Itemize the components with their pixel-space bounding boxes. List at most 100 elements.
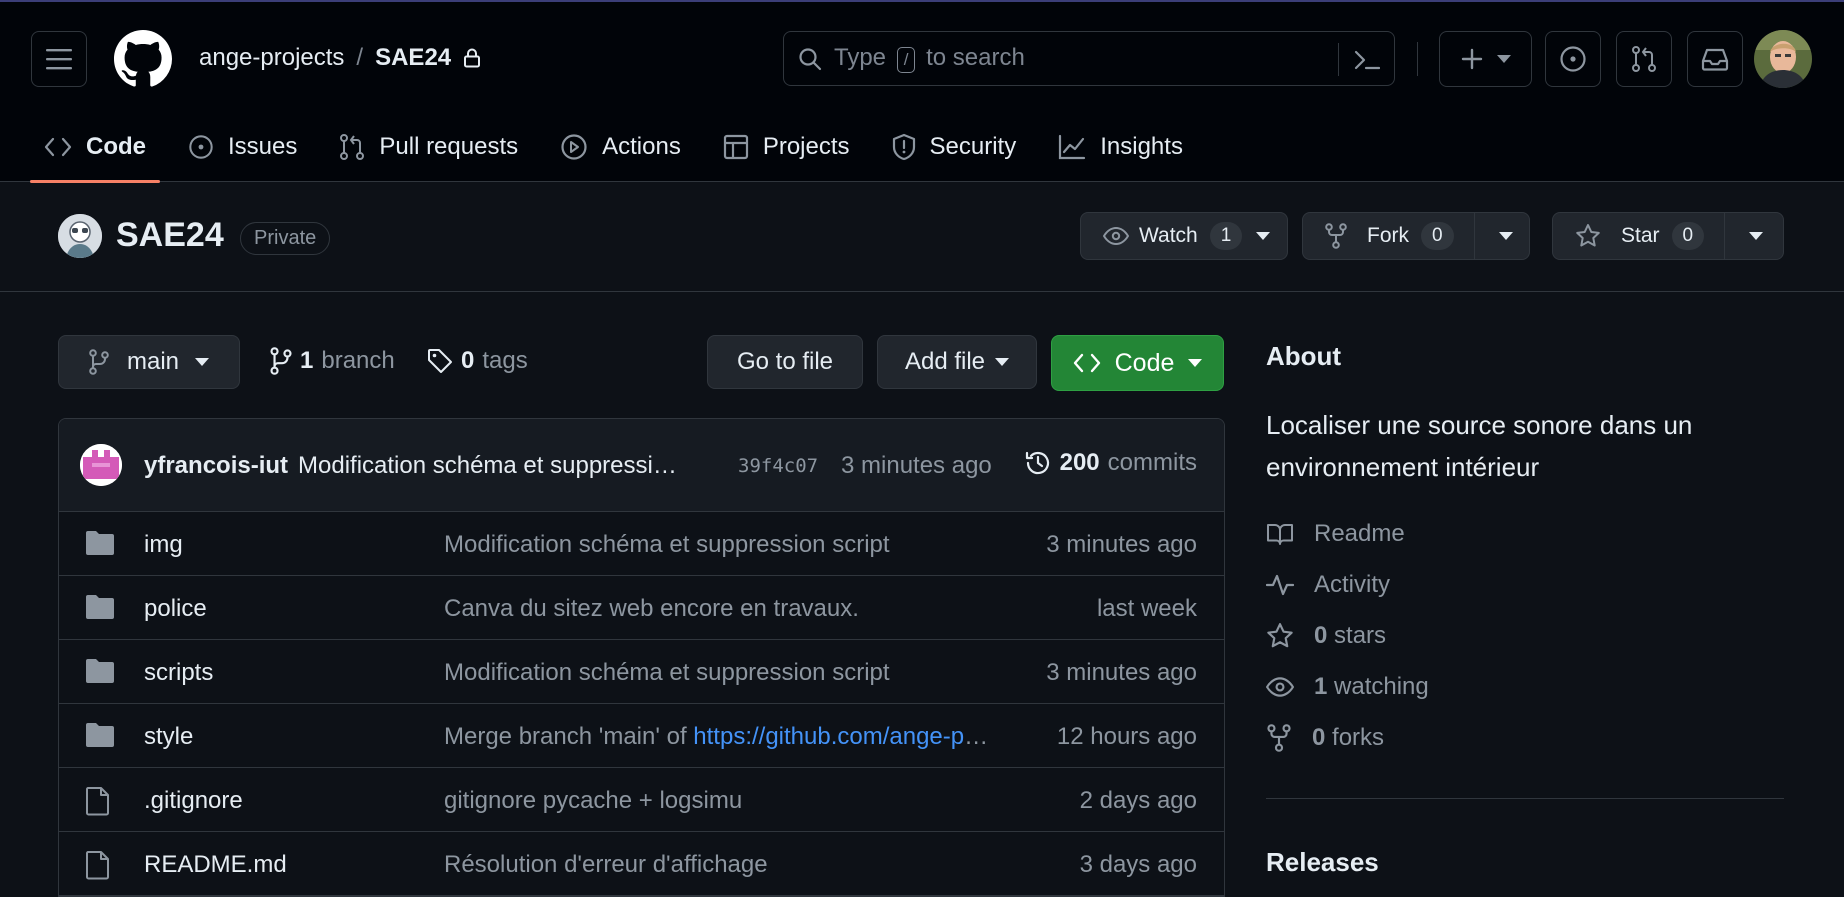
file-commit-time: 3 minutes ago — [1046, 659, 1197, 686]
stars-link[interactable]: 0 stars — [1266, 622, 1386, 650]
user-avatar[interactable] — [1754, 30, 1812, 88]
owner-link[interactable]: ange-projects — [199, 44, 344, 72]
watch-count: 1 — [1209, 222, 1243, 250]
inbox-button[interactable] — [1687, 31, 1743, 87]
file-commit-message[interactable]: Modification schéma et suppression scrip… — [444, 659, 989, 687]
tag-count: 0 — [461, 347, 475, 374]
file-row[interactable]: police Canva du sitez web encore en trav… — [59, 576, 1224, 640]
search-icon — [799, 47, 822, 70]
owner-avatar[interactable] — [58, 214, 102, 258]
commit-author-avatar[interactable] — [80, 444, 122, 486]
commit-sha[interactable]: 39f4c07 — [738, 455, 818, 477]
fork-split-divider — [1473, 213, 1475, 259]
avatar-icon — [1754, 30, 1812, 88]
search-input[interactable]: Type / to search — [783, 31, 1395, 86]
file-row[interactable]: img Modification schéma et suppression s… — [59, 512, 1224, 576]
readme-link[interactable]: Readme — [1266, 520, 1405, 548]
tab-code[interactable]: Code — [30, 112, 160, 183]
file-row[interactable]: style Merge branch 'main' of https://git… — [59, 704, 1224, 768]
branches-link[interactable]: 1 branch — [270, 347, 395, 375]
tab-security[interactable]: Security — [878, 112, 1031, 182]
code-icon — [44, 137, 72, 157]
tab-label: Actions — [602, 133, 681, 160]
go-to-file-button[interactable]: Go to file — [707, 335, 863, 389]
tab-issues[interactable]: Issues — [174, 112, 311, 182]
github-icon — [114, 30, 172, 87]
tags-link[interactable]: 0 tags — [427, 347, 528, 375]
forks-count: 0 — [1312, 724, 1326, 751]
watching-word: watching — [1334, 673, 1429, 700]
folder-icon — [86, 531, 114, 555]
file-commit-message[interactable]: gitignore pycache + logsimu — [444, 787, 989, 815]
stars-word: stars — [1334, 622, 1387, 649]
folder-icon — [86, 659, 114, 683]
file-icon — [86, 787, 109, 816]
visibility-badge: Private — [240, 222, 331, 255]
command-palette-button[interactable] — [1338, 43, 1394, 76]
commit-message[interactable]: Modification schéma et suppression scrip… — [298, 452, 688, 480]
commits-link[interactable]: 200 commits — [1024, 449, 1197, 477]
file-commit-message[interactable]: Canva du sitez web encore en travaux. — [444, 595, 989, 623]
file-name[interactable]: police — [144, 595, 207, 623]
file-name[interactable]: .gitignore — [144, 787, 243, 815]
star-label: Star — [1621, 224, 1660, 247]
repo-link[interactable]: SAE24 — [375, 44, 451, 72]
terminal-icon — [1354, 50, 1380, 69]
star-button[interactable]: Star 0 — [1552, 212, 1784, 260]
menu-button[interactable] — [31, 31, 87, 87]
lock-icon — [464, 48, 481, 68]
commit-author[interactable]: yfrancois-iut — [144, 452, 288, 480]
file-commit-message[interactable]: Modification schéma et suppression scrip… — [444, 531, 989, 559]
star-split-divider — [1724, 213, 1726, 259]
file-commit-message[interactable]: Merge branch 'main' of https://github.co… — [444, 723, 989, 751]
file-row[interactable]: scripts Modification schéma et suppressi… — [59, 640, 1224, 704]
forks-word: forks — [1332, 724, 1385, 751]
branch-count: 1 — [300, 347, 314, 374]
commit-message-link[interactable]: https://github.com/ange-projects/SAE24 — [693, 723, 989, 750]
tab-pull-requests[interactable]: Pull requests — [325, 112, 532, 182]
caret-down-icon — [195, 358, 210, 366]
book-icon — [1267, 524, 1293, 545]
file-commit-time: 3 minutes ago — [1046, 531, 1197, 558]
pull-request-icon — [340, 134, 365, 160]
issues-button[interactable] — [1545, 31, 1601, 87]
plus-icon — [1461, 48, 1482, 70]
file-name[interactable]: style — [144, 723, 193, 751]
fork-button[interactable]: Fork 0 — [1302, 212, 1530, 260]
forks-link[interactable]: 0 forks — [1266, 724, 1384, 752]
file-name[interactable]: scripts — [144, 659, 213, 687]
releases-heading[interactable]: Releases — [1266, 847, 1379, 878]
tab-label: Security — [929, 133, 1017, 160]
caret-down-icon — [1498, 232, 1513, 240]
github-logo[interactable] — [114, 30, 172, 88]
pull-requests-button[interactable] — [1616, 31, 1672, 87]
folder-icon — [86, 595, 114, 619]
tab-insights[interactable]: Insights — [1044, 112, 1197, 182]
file-row[interactable]: .gitignore gitignore pycache + logsimu 2… — [59, 768, 1224, 832]
file-row[interactable]: README.md Résolution d'erreur d'affichag… — [59, 832, 1224, 896]
tab-projects[interactable]: Projects — [709, 112, 864, 182]
file-commit-message[interactable]: Résolution d'erreur d'affichage — [444, 851, 989, 879]
repo-nav-tabs: Code Issues Pull requests Actions Projec… — [30, 112, 1211, 183]
activity-label: Activity — [1314, 571, 1391, 598]
header-divider — [1417, 42, 1418, 76]
eye-icon — [1103, 227, 1129, 245]
repo-name[interactable]: SAE24 — [116, 216, 224, 255]
watching-link[interactable]: 1 watching — [1266, 673, 1429, 701]
code-button-label: Code — [1114, 348, 1175, 377]
file-name[interactable]: README.md — [144, 851, 287, 879]
activity-link[interactable]: Activity — [1266, 571, 1390, 599]
stars-count: 0 — [1314, 622, 1328, 649]
code-dropdown-button[interactable]: Code — [1051, 335, 1224, 391]
watch-label: Watch — [1139, 224, 1198, 247]
file-name[interactable]: img — [144, 531, 183, 559]
star-icon — [1267, 623, 1293, 648]
tab-label: Pull requests — [379, 133, 519, 160]
branch-selector[interactable]: main — [58, 335, 240, 389]
tab-actions[interactable]: Actions — [546, 112, 695, 182]
caret-down-icon — [995, 358, 1010, 366]
watch-button[interactable]: Watch 1 — [1080, 212, 1288, 260]
add-file-button[interactable]: Add file — [877, 335, 1037, 389]
create-new-button[interactable] — [1439, 31, 1532, 87]
tab-label: Issues — [228, 133, 298, 160]
